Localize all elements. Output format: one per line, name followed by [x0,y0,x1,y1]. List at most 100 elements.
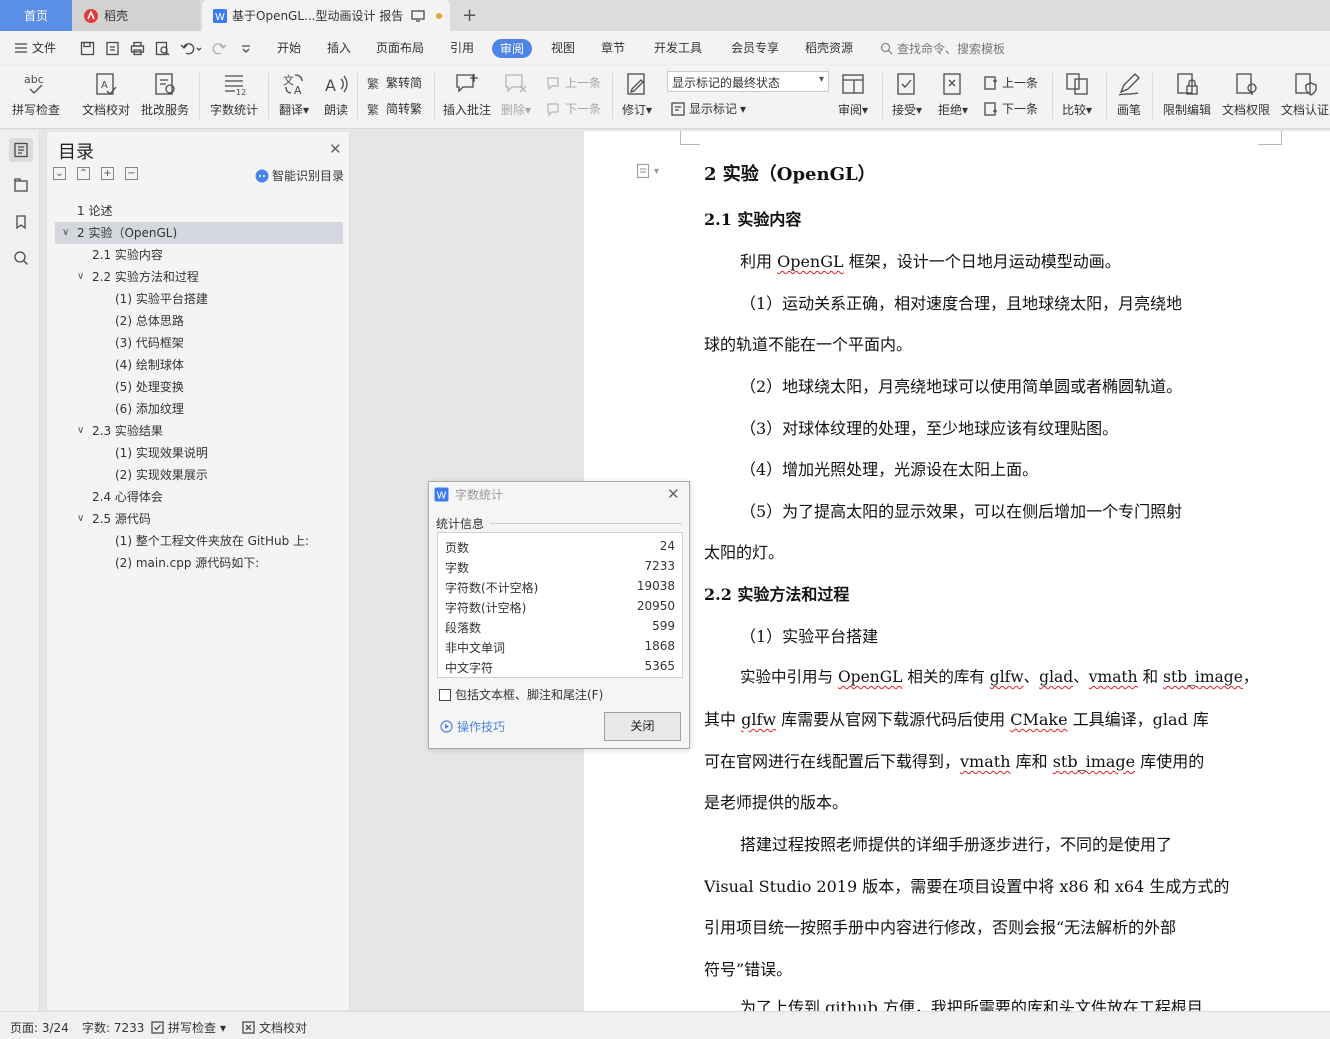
page-indicator[interactable]: 页面: 3/24 [10,1019,69,1036]
smart-toc-button[interactable]: 智能识别目录 [255,167,344,184]
paragraph: 其中 glfw 库需要从官网下载源代码后使用 CMake 工具编译，glad 库 [704,706,1264,730]
menu-view[interactable]: 视图 [551,39,575,56]
monitor-icon[interactable] [411,10,425,22]
toc-item[interactable]: 1 论述 [55,200,343,222]
menu-developer[interactable]: 开发工具 [654,39,702,56]
doc-auth-button[interactable]: 文档认证 [1281,71,1329,118]
expand-level-icon[interactable]: ⌃ [77,167,90,180]
restrict-edit-button[interactable]: 限制编辑 [1163,71,1211,118]
toc-item[interactable]: (6) 添加纹理 [55,398,343,420]
translate-button[interactable]: 文A 翻译▾ [279,71,309,118]
command-search[interactable]: 查找命令、搜索模板 [880,40,1005,57]
toc-item[interactable]: (4) 绘制球体 [55,354,343,376]
toc-item[interactable]: ∨ 2.5 源代码 [55,508,343,530]
chevron-down-icon[interactable]: ∨ [77,508,84,530]
paragraph: 是老师提供的版本。 [704,793,849,812]
accept-button[interactable]: 接受▾ [892,71,922,118]
new-tab-button[interactable]: + [462,5,477,26]
expand-all-icon[interactable]: + [101,167,114,180]
track-changes-button[interactable]: 修订▾ [622,71,652,118]
doc-permission-button[interactable]: 文档权限 [1222,71,1270,118]
chevron-down-icon[interactable]: ∨ [62,222,69,244]
paragraph-options-icon[interactable]: ▾ [636,163,659,179]
toc-item[interactable]: 2.4 心得体会 [55,486,343,508]
close-icon[interactable]: ✕ [329,140,342,158]
toc-item[interactable]: (1) 实验平台搭建 [55,288,343,310]
toc-item[interactable]: (2) main.cpp 源代码如下: [55,552,343,574]
word-count-indicator[interactable]: 字数: 7233 [82,1019,144,1036]
proofread-button[interactable]: A 文档校对 [82,71,130,118]
toc-item-label: (1) 实现效果说明 [115,446,208,460]
menu-review[interactable]: 审阅 [492,39,533,58]
toc-item[interactable]: (2) 总体思路 [55,310,343,332]
spell-check-button[interactable]: abc 拼写检查 [12,71,60,118]
display-mode-select[interactable]: 显示标记的最终状态 [667,71,829,92]
prev-comment-icon [546,75,562,91]
toc-item[interactable]: (1) 整个工程文件夹放在 GitHub 上: [55,530,343,552]
simp-to-trad-button[interactable]: 繁 简转繁 [367,100,422,117]
prev-comment-button[interactable]: 上一条 [546,74,601,91]
menu-member[interactable]: 会员专享 [731,39,779,56]
chevron-down-icon[interactable]: ∨ [77,266,84,288]
annotate-service-button[interactable]: 批改服务 [141,71,189,118]
find-panel-toggle[interactable] [9,246,33,270]
read-aloud-button[interactable]: A 朗读 [323,71,349,118]
toc-item[interactable]: (2) 实现效果展示 [55,464,343,486]
print-icon[interactable] [130,41,145,56]
ink-label: 画笔 [1116,103,1141,117]
redo-icon[interactable] [212,41,227,56]
next-change-icon [983,101,999,117]
trad-to-simp-button[interactable]: 繁 繁转简 [367,74,422,91]
export-pdf-icon[interactable] [105,41,120,56]
close-icon[interactable]: ✕ [667,485,680,503]
file-menu[interactable]: 文件 [14,39,56,56]
dialog-header[interactable]: W 字数统计 ✕ [429,482,689,506]
undo-icon[interactable] [180,41,202,56]
prev-change-button[interactable]: 上一条 [983,74,1038,91]
compare-button[interactable]: 比较▾ [1062,71,1092,118]
menu-docer-resources[interactable]: 稻壳资源 [805,39,853,56]
checkbox-box[interactable] [439,688,451,701]
close-button[interactable]: 关闭 [604,712,681,741]
insert-comment-button[interactable]: 插入批注 [443,71,491,118]
collapse-all-icon[interactable]: − [125,167,138,180]
svg-text:A: A [294,84,302,97]
next-change-button[interactable]: 下一条 [983,100,1038,117]
ink-button[interactable]: 画笔 [1116,71,1142,118]
toc-item[interactable]: (1) 实现效果说明 [55,442,343,464]
toc-item[interactable]: ∨ 2.2 实验方法和过程 [55,266,343,288]
review-pane-button[interactable]: 审阅▾ [838,71,868,118]
menu-insert[interactable]: 插入 [327,39,351,56]
next-comment-button[interactable]: 下一条 [546,100,601,117]
tab-docer[interactable]: 稻壳 [72,0,200,31]
include-textbox-checkbox[interactable]: 包括文本框、脚注和尾注(F) [439,686,603,703]
word-count-button[interactable]: 123 字数统计 [210,71,258,118]
prev-comment-label: 上一条 [565,76,602,90]
toc-item[interactable]: ∨ 2 实验（OpenGL) [55,222,343,244]
bookmark-panel-toggle[interactable] [9,210,33,234]
stat-label: 字符数(计空格) [445,601,527,615]
status-proofread[interactable]: 文档校对 [242,1019,307,1036]
print-preview-icon[interactable] [155,41,170,56]
toc-panel-toggle[interactable] [9,138,33,162]
toc-item[interactable]: ∨ 2.3 实验结果 [55,420,343,442]
customize-quick-access-icon[interactable] [240,41,252,56]
tips-link[interactable]: 操作技巧 [440,718,505,735]
menu-start[interactable]: 开始 [277,39,301,56]
show-markup-button[interactable]: 显示标记 ▾ [670,100,746,117]
delete-comment-button[interactable]: 删除▾ [501,71,531,118]
toc-item[interactable]: 2.1 实验内容 [55,244,343,266]
collapse-level-icon[interactable]: ⌄ [53,167,66,180]
toc-item[interactable]: (5) 处理变换 [55,376,343,398]
menu-page-layout[interactable]: 页面布局 [376,39,424,56]
status-spell-check[interactable]: 拼写检查 ▾ [151,1019,226,1036]
chevron-down-icon[interactable]: ∨ [77,420,84,442]
tab-home[interactable]: 首页 [0,0,72,31]
save-icon[interactable] [80,41,95,56]
chapter-panel-toggle[interactable] [9,173,33,197]
menu-references[interactable]: 引用 [450,39,474,56]
reject-button[interactable]: 拒绝▾ [938,71,968,118]
toc-item-label: 2.5 源代码 [92,512,151,526]
toc-item[interactable]: (3) 代码框架 [55,332,343,354]
menu-chapter[interactable]: 章节 [601,39,625,56]
